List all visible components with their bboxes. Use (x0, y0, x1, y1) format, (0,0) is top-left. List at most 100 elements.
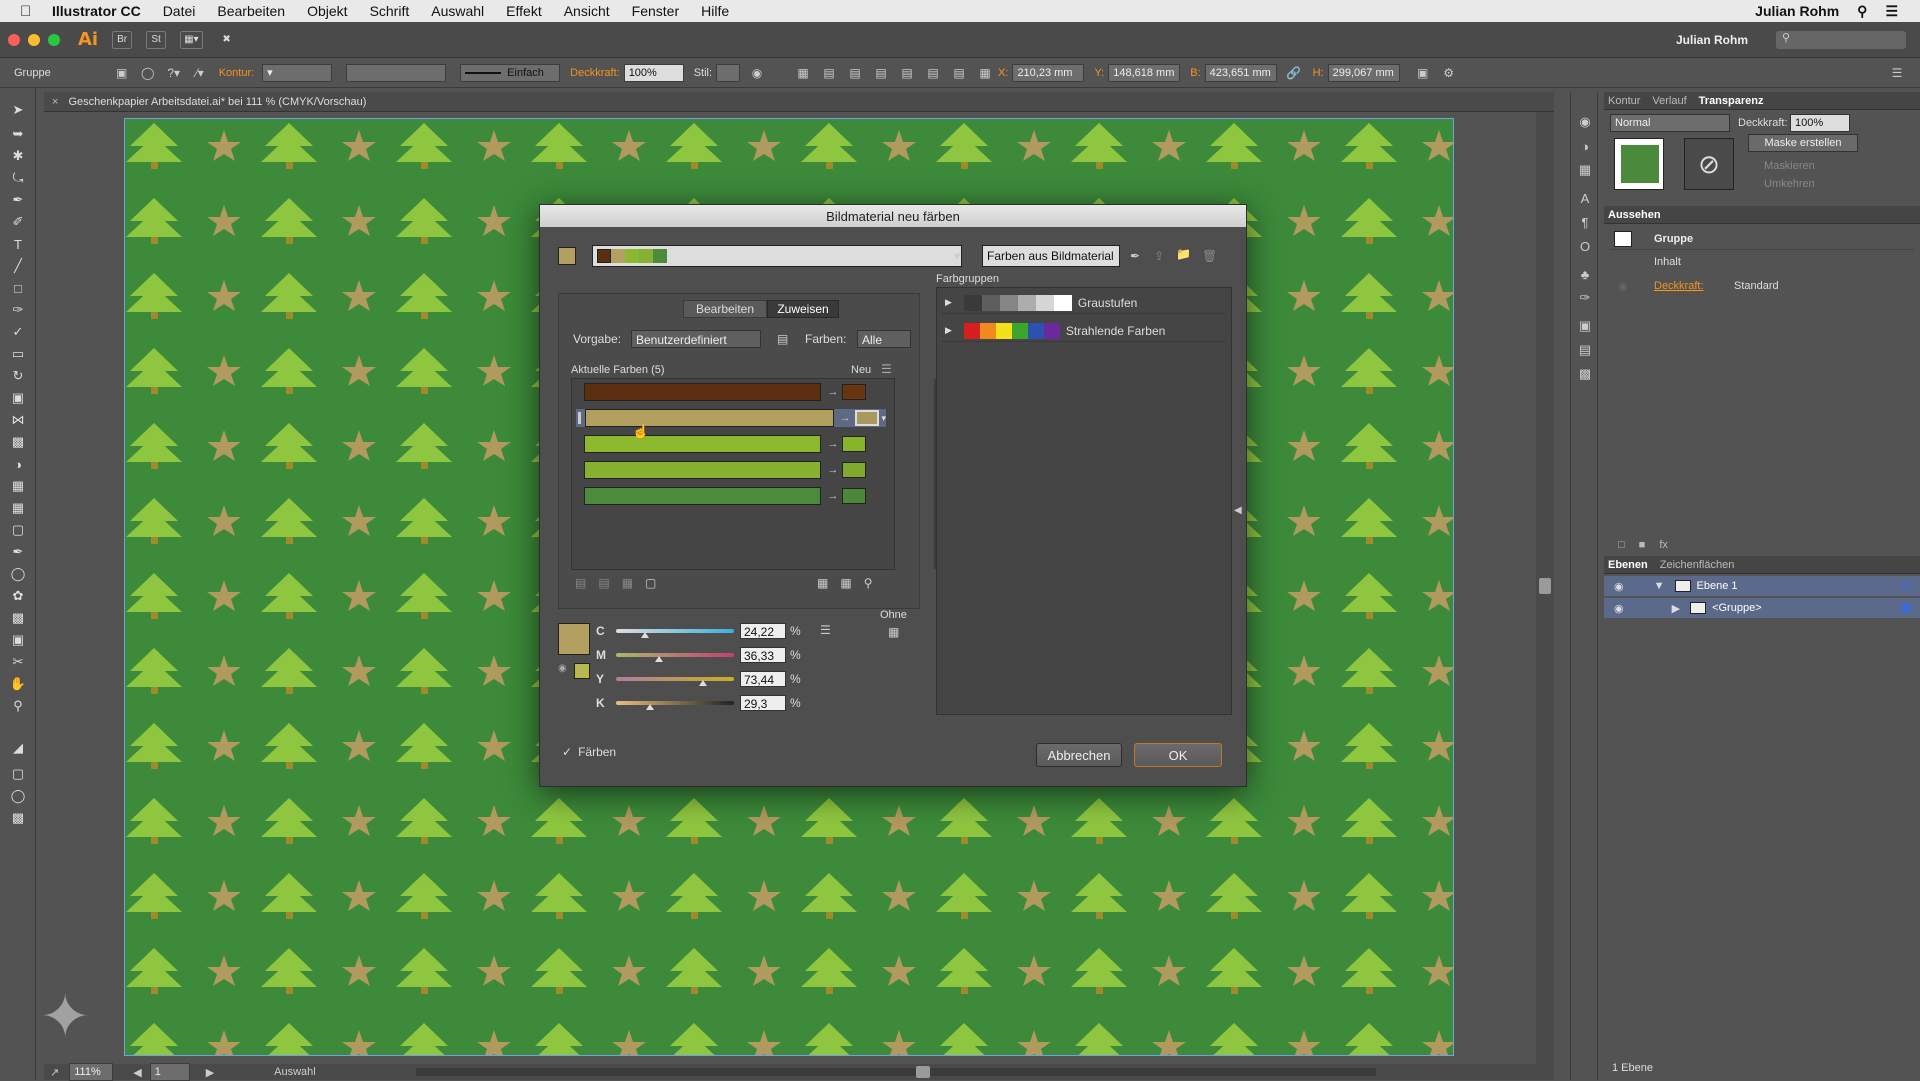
stock-search-input[interactable]: ⚲ (1776, 30, 1906, 49)
new-color-swatch[interactable] (842, 384, 866, 400)
transform-panel-icon[interactable]: ▣ (1575, 316, 1595, 336)
direct-selection-tool-icon[interactable]: ➥ (8, 124, 28, 144)
free-transform-tool-icon[interactable]: ▩ (8, 432, 28, 452)
align-left-icon[interactable]: ▤ (820, 64, 838, 82)
swatch-dropdown-icon[interactable]: ▾ (881, 413, 886, 424)
tab-aussehen[interactable]: Aussehen (1608, 209, 1661, 221)
appearance-contents[interactable]: Inhalt (1654, 256, 1681, 268)
clip-checkbox[interactable]: Maskieren (1764, 160, 1815, 172)
sublayer-visibility-icon[interactable]: ◉ (1614, 602, 1624, 615)
stroke-weight-field[interactable]: ▾ (262, 63, 333, 82)
zoom-level-field[interactable]: 111% (69, 1063, 114, 1081)
isolate-group-icon[interactable]: ▣ (113, 64, 131, 82)
add-stroke-icon[interactable]: □ (1618, 539, 1625, 551)
new-color-swatch[interactable] (842, 462, 866, 478)
eyedropper-tool-icon[interactable]: ✒ (8, 542, 28, 562)
cyan-value-field[interactable]: 24,22 (740, 623, 786, 639)
current-color-bar[interactable] (584, 435, 822, 453)
pen-tool-icon[interactable]: ✒ (8, 190, 28, 210)
close-window-icon[interactable] (8, 33, 20, 46)
find-colors-icon[interactable]: ⚲ (864, 576, 873, 590)
zoom-window-icon[interactable] (48, 33, 60, 46)
assign-arrow-icon[interactable]: → (827, 386, 838, 398)
width-tool-icon[interactable]: ⋈ (8, 410, 28, 430)
opentype-icon[interactable]: O (1575, 236, 1595, 256)
height-field[interactable]: 299,067 mm (1327, 63, 1400, 82)
current-color-bar[interactable] (584, 487, 822, 505)
app-name-menu[interactable]: Illustrator CC (52, 3, 141, 19)
tab-ebenen[interactable]: Ebenen (1608, 559, 1648, 571)
yellow-value-field[interactable]: 73,44 (740, 671, 786, 687)
curvature-tool-icon[interactable]: ✐ (8, 212, 28, 232)
add-fill-icon[interactable]: ■ (1639, 539, 1646, 551)
shape-builder-tool-icon[interactable]: ◑ (8, 454, 28, 474)
recolor-artwork-icon[interactable]: ◉ (748, 64, 766, 82)
tab-transparenz[interactable]: Transparenz (1699, 95, 1764, 107)
mesh-tool-icon[interactable]: ▦ (8, 498, 28, 518)
save-changes-icon[interactable]: ⇪ (1154, 249, 1164, 263)
arrange-documents-icon[interactable]: ▦▾ (180, 30, 203, 49)
new-color-swatch[interactable] (842, 436, 866, 452)
menu-objekt[interactable]: Objekt (307, 3, 347, 19)
slice-tool-icon[interactable]: ✂ (8, 652, 28, 672)
tab-zeichenflaechen[interactable]: Zeichenflächen (1660, 559, 1735, 571)
align-center-icon[interactable]: ▤ (846, 64, 864, 82)
minimize-window-icon[interactable] (28, 33, 40, 46)
y-position-field[interactable]: 148,618 mm (1108, 63, 1181, 82)
randomly-change-order-icon[interactable]: ▦ (817, 576, 828, 590)
reference-point-icon[interactable]: ▦ (976, 64, 994, 82)
color-row[interactable]: → (576, 435, 866, 453)
eraser-tool-icon[interactable]: ▭ (8, 344, 28, 364)
first-artboard-icon[interactable]: ◀ (133, 1066, 141, 1079)
color-group-strahlende-farben[interactable]: ▶ Strahlende Farben (941, 320, 1225, 342)
merge-colors-icon[interactable]: ▤ (575, 576, 586, 590)
hand-tool-icon[interactable]: ✋ (8, 674, 28, 694)
swatches-icon[interactable]: ▦ (1575, 160, 1595, 180)
menu-fenster[interactable]: Fenster (632, 3, 679, 19)
selected-color-swatch[interactable] (558, 623, 590, 655)
color-panel-icon[interactable]: ◉ (1575, 112, 1595, 132)
make-mask-button[interactable]: Maske erstellen (1748, 134, 1858, 152)
align-middle-icon[interactable]: ▤ (924, 64, 942, 82)
tab-bearbeiten[interactable]: Bearbeiten (683, 300, 767, 318)
yellow-slider[interactable]: Y 73,44 % (596, 671, 816, 687)
rectangle-tool-icon[interactable]: □ (8, 278, 28, 298)
artboard-number-field[interactable]: 1 (149, 1063, 190, 1081)
current-color-bar[interactable] (584, 383, 822, 401)
black-value-field[interactable]: 29,3 (740, 695, 786, 711)
rotate-tool-icon[interactable]: ↻ (8, 366, 28, 386)
color-guide-icon[interactable]: ◑ (1575, 136, 1595, 156)
bridge-button[interactable]: Br (112, 30, 133, 49)
expand-group-icon[interactable]: ▶ (945, 325, 952, 336)
tab-verlauf[interactable]: Verlauf (1652, 95, 1686, 107)
colors-from-art-field[interactable]: Farben aus Bildmaterial (982, 245, 1120, 267)
ok-button[interactable]: OK (1134, 743, 1222, 767)
color-row-selected[interactable]: → ▾ (576, 409, 886, 427)
menu-hilfe[interactable]: Hilfe (701, 3, 729, 19)
variable-width-field[interactable] (346, 63, 447, 82)
notification-list-icon[interactable]: ☰ (1885, 3, 1898, 20)
appearance-object-row[interactable]: Gruppe (1610, 228, 1914, 250)
assign-arrow-icon[interactable]: → (827, 438, 838, 450)
horizontal-scrollbar[interactable] (415, 1066, 1376, 1078)
stroke-color-dropdown[interactable]: ⁄▾ (191, 64, 209, 82)
lasso-tool-icon[interactable]: ⤿ (8, 168, 28, 188)
draw-mode-icon[interactable]: ◯ (8, 786, 28, 806)
symbols-icon[interactable]: ♣ (1575, 264, 1595, 284)
column-graph-tool-icon[interactable]: ▩ (8, 608, 28, 628)
add-effect-icon[interactable]: fx (1659, 539, 1668, 551)
color-mode-icon[interactable]: ▢ (8, 764, 28, 784)
zoom-tool-icon[interactable]: ⚲ (8, 696, 28, 716)
stroke-label[interactable]: Kontur: (219, 67, 254, 79)
cyan-slider[interactable]: C 24,22 % (596, 623, 816, 639)
magenta-value-field[interactable]: 36,33 (740, 647, 786, 663)
exclude-colors-icon[interactable]: ▦ (622, 576, 633, 590)
current-color-bar[interactable] (585, 409, 834, 427)
assign-arrow-icon[interactable]: → (827, 490, 838, 502)
colors-count-select[interactable]: Alle (857, 330, 911, 348)
assign-arrow-icon[interactable]: → (827, 464, 838, 476)
layer-row-ebene-1[interactable]: ◉ ▼ Ebene 1 (1604, 576, 1920, 596)
stock-button[interactable]: St (146, 30, 167, 49)
delete-icon[interactable]: 🗑 (1202, 249, 1217, 263)
randomly-change-saturation-icon[interactable]: ▦ (840, 576, 851, 590)
